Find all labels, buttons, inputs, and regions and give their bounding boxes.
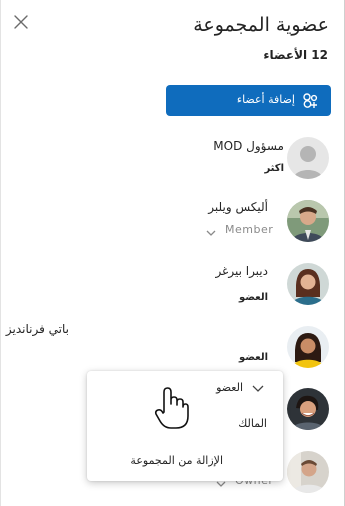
group-membership-panel: عضوية المجموعة 12 الأعضاء إضافة أعضاء مس… xyxy=(0,0,345,506)
hand-cursor-icon xyxy=(154,386,190,430)
avatar xyxy=(287,451,329,493)
avatar xyxy=(287,263,329,305)
menu-item-remove[interactable]: الإزالة من المجموعة xyxy=(130,454,223,467)
menu-item-owner[interactable]: المالك xyxy=(238,417,267,430)
avatar-photo xyxy=(287,326,329,368)
people-add-icon xyxy=(303,93,318,108)
avatar-placeholder xyxy=(287,137,329,179)
member-role: Member xyxy=(225,223,274,236)
member-role: اكثر xyxy=(264,163,284,174)
avatar xyxy=(287,200,329,242)
avatar-photo xyxy=(287,200,329,242)
add-members-button[interactable]: إضافة أعضاء xyxy=(166,85,331,116)
close-icon xyxy=(14,15,28,29)
panel-title: عضوية المجموعة xyxy=(193,14,329,36)
avatar-photo xyxy=(287,451,329,493)
person-icon xyxy=(287,137,329,179)
chevron-down-icon[interactable] xyxy=(251,381,265,398)
avatar-photo xyxy=(287,388,329,430)
add-members-label: إضافة أعضاء xyxy=(236,93,295,106)
member-name: باتي فرنانديز xyxy=(5,322,69,336)
member-count: 12 الأعضاء xyxy=(263,48,328,62)
close-button[interactable] xyxy=(11,12,31,32)
member-role: العضو xyxy=(239,352,268,363)
member-name: ديبرا بيرغر xyxy=(215,264,268,278)
menu-item-current-role[interactable]: العضو xyxy=(216,381,243,394)
member-role: العضو xyxy=(239,292,268,303)
member-name: أليكس ويلبر xyxy=(208,200,268,214)
member-name: مسؤول MOD xyxy=(213,139,284,153)
avatar-photo xyxy=(287,263,329,305)
chevron-down-icon xyxy=(205,224,217,243)
avatar xyxy=(287,326,329,368)
avatar xyxy=(287,388,329,430)
